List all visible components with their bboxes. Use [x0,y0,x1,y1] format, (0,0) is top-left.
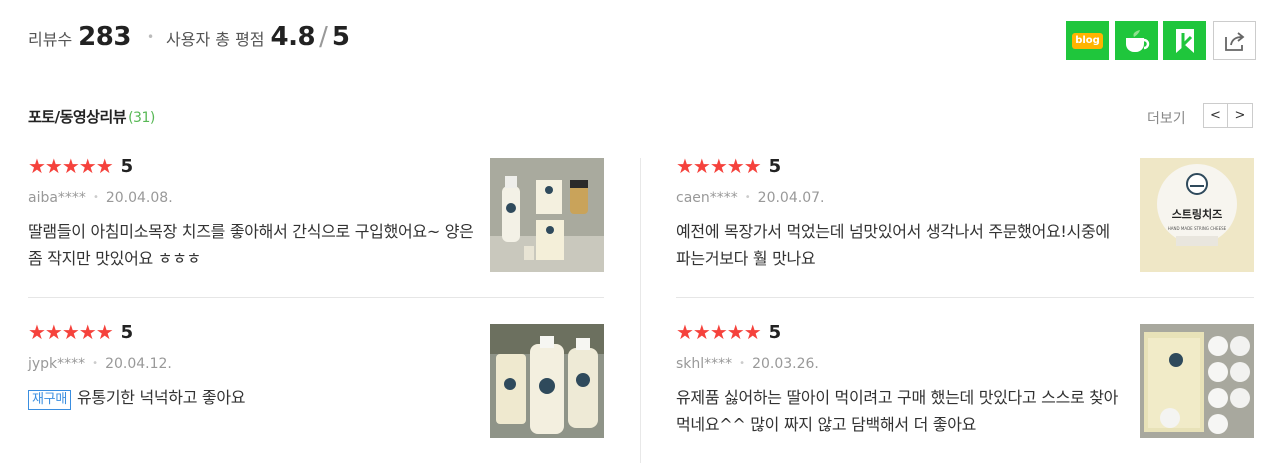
star-rating: ★★★★★ 5 [676,154,781,178]
chevron-left-icon: < [1210,108,1221,123]
photo-review-count: (31) [128,110,155,126]
review-item[interactable]: ★★★★★ 5 jypk**** • 20.04.12. 재구매 유통기한 넉넉하고 … [28,320,628,445]
blog-icon: blog [1072,32,1103,49]
rating-max: 5 [331,22,350,52]
review-user: caen**** [676,190,738,206]
star-rating: ★★★★★ 5 [676,320,781,344]
next-page-button[interactable]: > [1228,103,1253,128]
review-score: 5 [768,321,782,343]
share-icon [1224,31,1244,51]
rating-label: 사용자 총 평점 [166,30,265,49]
review-photo[interactable] [490,324,604,438]
review-score: 5 [120,321,134,343]
review-score: 5 [768,155,782,177]
prev-page-button[interactable]: < [1203,103,1228,128]
review-count-label: 리뷰수 [28,30,73,49]
star-icons: ★★★★★ [28,154,114,178]
review-user: skhl**** [676,356,733,372]
row-divider [28,297,604,298]
star-icons: ★★★★★ [676,320,762,344]
share-button[interactable] [1213,21,1256,60]
review-meta: caen**** • 20.04.07. [676,190,825,206]
star-rating: ★★★★★ 5 [28,320,133,344]
rating-value: 4.8 [270,22,316,52]
review-text: 재구매 유통기한 넉넉하고 좋아요 [28,384,478,411]
more-link[interactable]: 더보기 [1147,108,1186,128]
rating-slash: / [319,22,328,52]
star-icons: ★★★★★ [676,154,762,178]
star-rating: ★★★★★ 5 [28,154,133,178]
review-score: 5 [120,155,134,177]
review-user: jypk**** [28,356,86,372]
keep-icon [1175,28,1194,53]
chevron-right-icon: > [1234,108,1246,123]
separator-dot: • [146,30,155,44]
review-photo[interactable] [1140,324,1254,438]
review-date: 20.03.26. [752,356,819,372]
review-meta: aiba**** • 20.04.08. [28,190,173,206]
review-photo[interactable]: 스트링치즈 HAND MADE STRING CHEESE [1140,158,1254,272]
photo-label: 스트링치즈 [1172,207,1223,221]
review-text: 유제품 싫어하는 딸아이 먹이려고 구매 했는데 맛있다고 스스로 찾아 먹네요… [676,388,1119,434]
photo-sublabel: HAND MADE STRING CHEESE [1168,226,1227,231]
rating-summary: 리뷰수 283 • 사용자 총 평점 4.8 / 5 [28,22,350,58]
rebuy-badge: 재구매 [28,390,71,410]
star-icons: ★★★★★ [28,320,114,344]
review-date: 20.04.12. [105,356,172,372]
review-count: 283 [78,22,131,52]
row-divider [676,297,1254,298]
review-user: aiba**** [28,190,86,206]
review-text: 딸램들이 아침미소목장 치즈를 좋아해서 간식으로 구입했어요~ 양은 좀 작지… [28,222,474,268]
review-date: 20.04.07. [757,190,825,206]
blog-share-button[interactable]: blog [1066,21,1109,60]
cafe-share-button[interactable] [1115,21,1158,60]
review-text: 예전에 목장가서 먹었는데 넘맛있어서 생각나서 주문했어요!시중에 파는거보다… [676,222,1110,268]
cafe-icon [1125,29,1149,52]
review-meta: skhl**** • 20.03.26. [676,356,819,372]
review-meta: jypk**** • 20.04.12. [28,356,172,372]
keep-share-button[interactable] [1163,21,1206,60]
photo-review-title: 포토/동영상리뷰 (31) [28,106,155,127]
review-text-body: 유통기한 넉넉하고 좋아요 [76,388,246,407]
review-item[interactable]: ★★★★★ 5 skhl**** • 20.03.26. 유제품 싫어하는 딸아이 … [676,320,1268,445]
column-divider [640,158,641,463]
review-item[interactable]: ★★★★★ 5 caen**** • 20.04.07. 예전에 목장가서 먹었는데… [676,154,1268,279]
review-photo[interactable] [490,158,604,272]
review-date: 20.04.08. [105,190,173,206]
review-item[interactable]: ★★★★★ 5 aiba**** • 20.04.08. 딸램들이 아침미소목장 치… [28,154,628,279]
photo-review-label: 포토/동영상리뷰 [28,108,127,126]
